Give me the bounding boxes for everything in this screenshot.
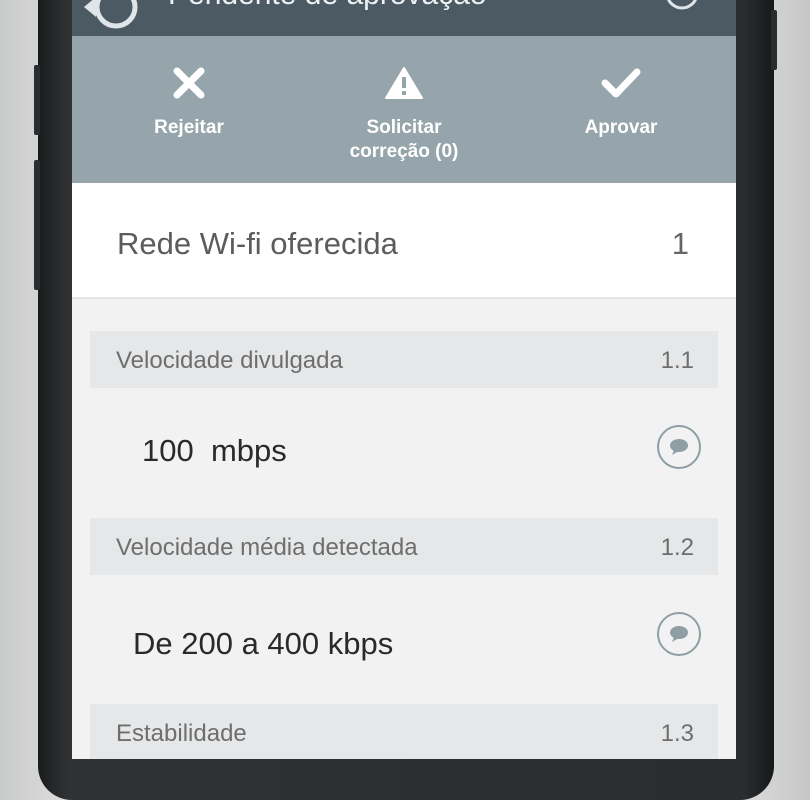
subsection-number: 1.2: [660, 534, 694, 561]
reject-label: Rejeitar: [154, 117, 224, 138]
request-correction-label-2: correção (0): [349, 141, 459, 162]
close-icon: [172, 66, 206, 105]
subsection-label: Velocidade média detectada: [116, 534, 418, 561]
reject-button[interactable]: Rejeitar: [99, 36, 279, 183]
warning-icon: [384, 66, 424, 105]
action-bar: Rejeitar Solicitar correção (0) Aprovar: [72, 36, 736, 183]
subsection-number: 1.1: [660, 347, 694, 374]
comment-icon: [670, 439, 688, 455]
subsection-label: Estabilidade: [116, 720, 247, 747]
back-refresh-icon[interactable]: [80, 0, 140, 36]
title-bar: Pendente de aprovação: [72, 0, 736, 36]
item-value: 100 mbps: [142, 433, 287, 468]
approve-button[interactable]: Aprovar: [531, 36, 711, 183]
comment-button[interactable]: [657, 612, 701, 656]
comment-icon: [670, 626, 688, 642]
comment-button[interactable]: [657, 425, 701, 469]
help-icon[interactable]: [664, 0, 700, 17]
subsection-number: 1.3: [660, 720, 694, 747]
section-number: 1: [671, 226, 689, 261]
volume-button: [34, 65, 40, 135]
request-correction-label-1: Solicitar: [366, 117, 442, 138]
app-screen: Pendente de aprovação Rejeitar: [72, 0, 736, 759]
check-icon: [601, 66, 641, 105]
approve-label: Aprovar: [584, 117, 658, 138]
request-correction-button[interactable]: Solicitar correção (0): [314, 36, 494, 183]
item-value: De 200 a 400 kbps: [133, 626, 394, 661]
subsection-label: Velocidade divulgada: [116, 347, 343, 374]
subsection-header: Estabilidade 1.3: [90, 704, 718, 759]
power-button: [771, 10, 777, 70]
side-key: [34, 160, 40, 290]
subsection-header: Velocidade média detectada 1.2: [90, 518, 718, 575]
section-title: Rede Wi-fi oferecida: [117, 226, 398, 261]
subsection-header: Velocidade divulgada 1.1: [90, 331, 718, 388]
page-title: Pendente de aprovação: [168, 0, 487, 12]
section-header[interactable]: Rede Wi-fi oferecida 1: [72, 183, 736, 299]
